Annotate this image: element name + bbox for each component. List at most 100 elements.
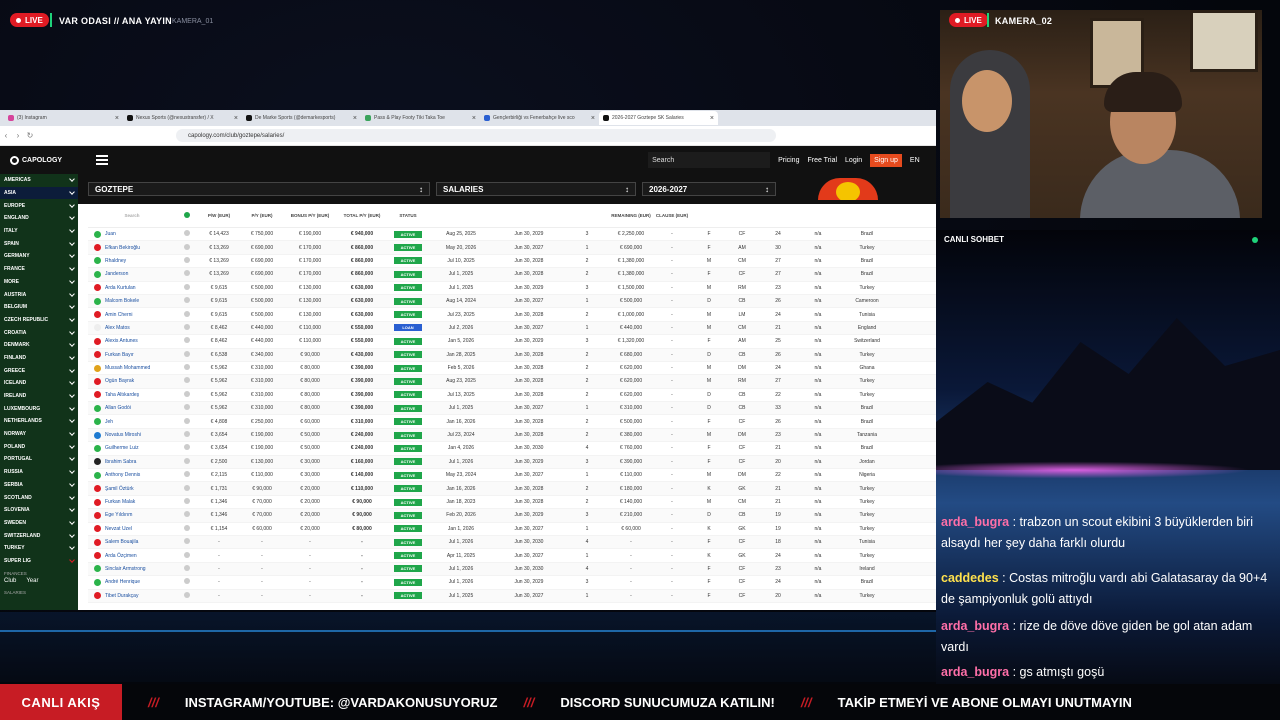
browser-tab[interactable]: (3) Instagram × (4, 111, 123, 125)
sidebar-item-region[interactable]: IRELAND (0, 390, 78, 403)
type-select[interactable]: SALARIES ↕ (436, 182, 636, 196)
player-cell[interactable]: Novatus Miroshi (88, 431, 176, 439)
player-cell[interactable]: Alexis Antunes (88, 337, 176, 345)
player-name-link[interactable]: Alex Matos (105, 325, 130, 331)
player-name-link[interactable]: Juan (105, 231, 116, 237)
table-row[interactable]: Alexis Antunes € 8,462 € 440,000 € 110,000 €… (88, 335, 936, 349)
club-selector[interactable]: Club (4, 578, 16, 584)
player-cell[interactable]: Ege Yıldırım (88, 511, 176, 519)
browser-tab[interactable]: De Marke Sports (@demarkesports) × (242, 111, 361, 125)
sidebar-item-region[interactable]: FINLAND (0, 352, 78, 365)
table-row[interactable]: Malcom Bokele € 9,615 € 500,000 € 130,000 € … (88, 294, 936, 309)
column-header[interactable]: BONUS P/Y (EUR) (284, 213, 336, 218)
table-row[interactable]: Allan Godói € 5,962 € 310,000 € 80,000 € 390… (88, 402, 936, 416)
player-name-link[interactable]: Malcom Bokele (105, 298, 139, 304)
table-row[interactable]: Novatus Miroshi € 3,654 € 190,000 € 50,000 €… (88, 428, 936, 443)
player-cell[interactable]: Jeh (88, 418, 176, 426)
hamburger-menu-icon[interactable] (96, 155, 109, 165)
table-row[interactable]: Taha Altıkardeş € 5,962 € 310,000 € 80,000 €… (88, 389, 936, 403)
sidebar-item-region[interactable]: SPAIN (0, 237, 78, 250)
sidebar-item-region[interactable]: SWITZERLAND (0, 529, 78, 542)
column-header[interactable]: REMAINING (EUR) (610, 213, 652, 218)
sidebar-item-region[interactable]: LUXEMBOURG (0, 402, 78, 415)
nav-login[interactable]: Login (845, 157, 862, 164)
table-row[interactable]: Nevzat Uzel € 1,154 € 60,000 € 20,000 € 80,0… (88, 523, 936, 536)
player-name-link[interactable]: André Henrique (105, 579, 140, 585)
player-name-link[interactable]: Ibrahim Sabra (105, 459, 136, 465)
table-row[interactable]: Amin Cherni € 9,615 € 500,000 € 130,000 € 63… (88, 308, 936, 322)
table-row[interactable]: André Henrique - - - - ACTIVE Jul 1, 2026 Jun 3… (88, 576, 936, 590)
table-row[interactable]: Efkan Bekiroğlu € 13,269 € 690,000 € 170,00… (88, 241, 936, 255)
player-cell[interactable]: Allan Godói (88, 404, 176, 412)
player-name-link[interactable]: Alexis Antunes (105, 338, 138, 344)
sidebar-item-region[interactable]: ENGLAND (0, 212, 78, 225)
player-cell[interactable]: Ogün Bayrak (88, 377, 176, 385)
table-row[interactable]: Furkan Bayır € 6,538 € 340,000 € 90,000 € 43… (88, 348, 936, 362)
column-header[interactable]: TOTAL P/Y (EUR) (336, 213, 388, 218)
table-row[interactable]: Mussah Mohammed € 5,962 € 310,000 € 80,000 €… (88, 362, 936, 376)
table-row[interactable]: Rhaldney € 13,269 € 690,000 € 170,000 € 860,… (88, 255, 936, 269)
table-row[interactable]: Tibet Durakçay - - - - ACTIVE Jul 1, 2025 Jun 3… (88, 589, 936, 603)
table-row[interactable]: Jeh € 4,808 € 250,000 € 60,000 € 310,000 ACTI… (88, 415, 936, 429)
table-row[interactable]: Anthony Dennis € 2,115 € 110,000 € 30,000 € … (88, 469, 936, 483)
player-cell[interactable]: Taha Altıkardeş (88, 391, 176, 399)
sidebar-item-region[interactable]: TURKEY (0, 542, 78, 555)
player-name-link[interactable]: Novatus Miroshi (105, 432, 141, 438)
table-row[interactable]: Sinclair Armstrong - - - - ACTIVE Jul 1, 2026 J… (88, 562, 936, 577)
player-name-link[interactable]: Arda Kurtulan (105, 285, 136, 291)
player-name-link[interactable]: Tibet Durakçay (105, 593, 138, 599)
browser-tab[interactable]: Gençlerbirliği vs Fenerbahçe live sco × (480, 111, 599, 125)
search-field[interactable]: Search (124, 213, 139, 218)
player-name-link[interactable]: Arda Özçimen (105, 553, 137, 559)
browser-tab[interactable]: 2026-2027 Goztepe SK Salaries × (599, 111, 718, 125)
back-icon[interactable]: ‹ (0, 131, 12, 140)
player-name-link[interactable]: Furkan Bayır (105, 352, 134, 358)
player-name-link[interactable]: Anthony Dennis (105, 472, 140, 478)
player-cell[interactable]: André Henrique (88, 578, 176, 586)
forward-icon[interactable]: › (12, 131, 24, 140)
site-search[interactable]: Search (648, 152, 771, 168)
player-name-link[interactable]: Ogün Bayrak (105, 378, 134, 384)
player-name-link[interactable]: Taha Altıkardeş (105, 392, 139, 398)
sidebar-item-region[interactable]: RUSSIA (0, 466, 78, 479)
table-row[interactable]: Ege Yıldırım € 1,346 € 70,000 € 20,000 € 90,… (88, 509, 936, 523)
player-cell[interactable]: Anthony Dennis (88, 471, 176, 479)
table-row[interactable]: Janderson € 13,269 € 690,000 € 170,000 € 860… (88, 268, 936, 282)
player-cell[interactable]: Ibrahim Sabra (88, 458, 176, 466)
player-name-link[interactable]: Guilherme Luiz (105, 445, 139, 451)
year-selector[interactable]: Year (26, 578, 38, 584)
sidebar-item-region[interactable]: ITALY (0, 225, 78, 238)
player-cell[interactable]: Rhaldney (88, 257, 176, 265)
player-cell[interactable]: Malcom Bokele (88, 297, 176, 305)
player-cell[interactable]: Furkan Malak (88, 498, 176, 506)
sidebar-item-region[interactable]: SERBIA (0, 479, 78, 492)
player-name-link[interactable]: Allan Godói (105, 405, 131, 411)
sidebar-item-region[interactable]: GREECE (0, 364, 78, 377)
sidebar-item-region[interactable]: SLOVENIA (0, 504, 78, 517)
player-name-link[interactable]: Efkan Bekiroğlu (105, 245, 140, 251)
browser-tab[interactable]: Nexus Sports (@nexustransfer) / X × (123, 111, 242, 125)
sidebar-item-region[interactable]: MORE (0, 276, 78, 289)
browser-tab[interactable]: Pass & Play Footy Tiki Taka Toe × (361, 111, 480, 125)
close-tab-icon[interactable]: × (115, 115, 119, 122)
close-tab-icon[interactable]: × (353, 115, 357, 122)
column-header[interactable]: CLAUSE (EUR) (652, 213, 692, 218)
language-select[interactable]: EN (910, 157, 920, 164)
close-tab-icon[interactable]: × (591, 115, 595, 122)
player-cell[interactable]: Şamil Öztürk (88, 485, 176, 493)
close-tab-icon[interactable]: × (472, 115, 476, 122)
season-select[interactable]: 2026-2027 ↕ (642, 182, 776, 196)
sidebar-item-region[interactable]: AMERICAS (0, 174, 78, 187)
url-field[interactable]: capology.com/club/goztepe/salaries/ (176, 129, 776, 142)
player-name-link[interactable]: Nevzat Uzel (105, 526, 132, 532)
player-name-link[interactable]: Rhaldney (105, 258, 126, 264)
sidebar-item-region[interactable]: NETHERLANDS (0, 415, 78, 428)
table-row[interactable]: Juan € 14,423 € 750,000 € 190,000 € 940,000 A… (88, 228, 936, 242)
sidebar-item-region[interactable]: AUSTRIA (0, 288, 78, 301)
sidebar-item-region[interactable]: BELGIUM (0, 301, 78, 314)
close-tab-icon[interactable]: × (710, 115, 714, 122)
column-header[interactable]: P/W (EUR) (198, 213, 240, 218)
sidebar-item-region[interactable]: EUROPE (0, 199, 78, 212)
signup-button[interactable]: Sign up (870, 153, 902, 167)
sidebar-item-region[interactable]: SWEDEN (0, 517, 78, 530)
